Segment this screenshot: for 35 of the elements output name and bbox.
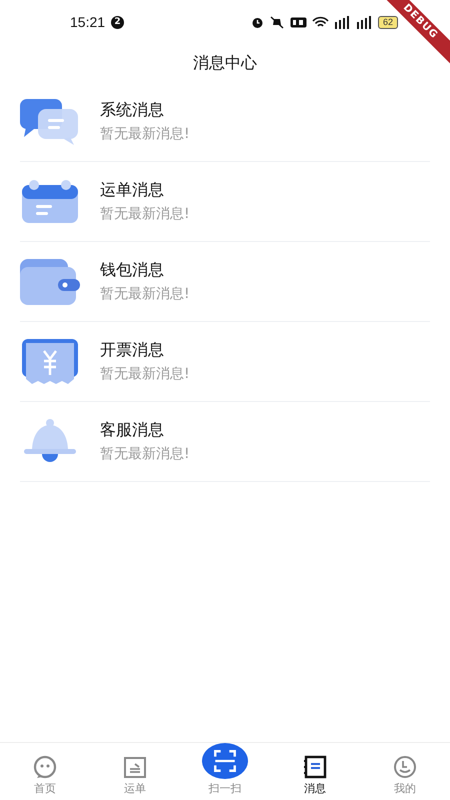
notification-badge: 2 bbox=[111, 16, 124, 28]
message-preview: 暂无最新消息! bbox=[100, 205, 190, 223]
face-icon bbox=[33, 755, 57, 779]
message-preview: 暂无最新消息! bbox=[100, 125, 190, 143]
tab-item[interactable]: 我的 bbox=[360, 743, 450, 800]
message-title: 开票消息 bbox=[100, 340, 165, 361]
chat-bubbles-icon bbox=[20, 98, 80, 144]
tab-item[interactable]: 运单 bbox=[90, 743, 180, 800]
status-time: 15:21 bbox=[70, 14, 106, 30]
tab-item[interactable]: 消息 bbox=[270, 743, 360, 800]
message-preview: 暂无最新消息! bbox=[100, 365, 190, 383]
calendar-icon bbox=[20, 178, 80, 224]
clipboard-icon bbox=[123, 755, 147, 779]
message-preview: 暂无最新消息! bbox=[100, 285, 190, 303]
battery-level: 62 bbox=[378, 16, 398, 28]
message-item[interactable]: 运单消息 暂无最新消息! bbox=[20, 162, 430, 242]
signal-icon bbox=[356, 16, 373, 28]
message-item[interactable]: 开票消息 暂无最新消息! bbox=[20, 322, 430, 402]
notebook-icon bbox=[303, 755, 327, 779]
message-title: 钱包消息 bbox=[100, 260, 165, 281]
message-title: 运单消息 bbox=[100, 180, 165, 201]
message-item[interactable]: 客服消息 暂无最新消息! bbox=[20, 402, 430, 482]
wifi-icon bbox=[312, 16, 329, 28]
invoice-icon bbox=[20, 338, 80, 384]
message-item[interactable]: 钱包消息 暂无最新消息! bbox=[20, 242, 430, 322]
tab-item[interactable]: 扫一扫 bbox=[180, 743, 270, 800]
signal-icon bbox=[334, 16, 351, 28]
message-title: 客服消息 bbox=[100, 420, 165, 441]
tab-item[interactable]: 首页 bbox=[0, 743, 90, 800]
message-item[interactable]: 系统消息 暂无最新消息! bbox=[20, 82, 430, 162]
smile-icon bbox=[393, 755, 417, 779]
message-title: 系统消息 bbox=[100, 100, 165, 121]
wallet-icon bbox=[20, 258, 80, 304]
page-title: 消息中心 bbox=[192, 52, 258, 74]
message-preview: 暂无最新消息! bbox=[100, 445, 190, 463]
